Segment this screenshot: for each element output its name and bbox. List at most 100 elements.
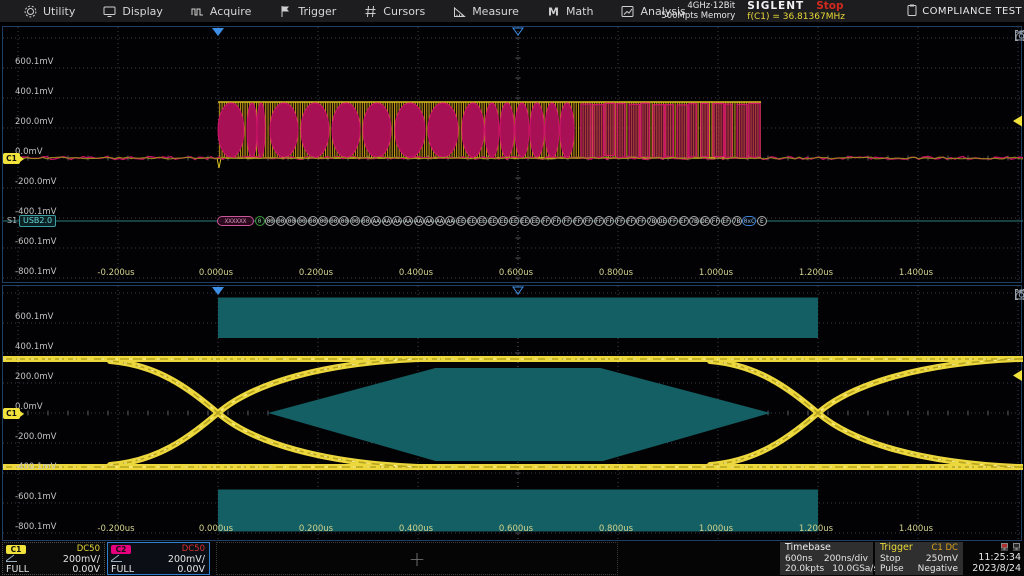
menu-bar: Utility Display Acquire Trigger Cursors …: [0, 0, 1024, 23]
decoded-byte: EE: [488, 216, 498, 226]
y-axis-label: 200.0mV: [15, 372, 53, 382]
x-axis-label: 1.000us: [699, 268, 733, 278]
bandwidth-label: 4GHz·12Bit: [661, 1, 735, 11]
oscilloscope-screen: Utility Display Acquire Trigger Cursors …: [0, 0, 1024, 576]
menu-item-label: Cursors: [383, 5, 425, 18]
coupling-label: DC50: [77, 544, 100, 554]
x-axis-label: 1.400us: [899, 524, 933, 534]
x-axis-label: -0.200us: [97, 524, 134, 534]
trigger-state: Stop: [880, 554, 900, 564]
decoded-byte: AA: [403, 216, 413, 226]
menu-item-display[interactable]: Display: [89, 0, 177, 22]
menu-item-math[interactable]: M Math: [533, 0, 608, 22]
decoded-byte: EE: [520, 216, 530, 226]
decoded-byte: AA: [382, 216, 392, 226]
decoded-byte: 00: [276, 216, 286, 226]
menu-item-label: Measure: [472, 5, 519, 18]
bus-protocol-badge[interactable]: USB2.0: [19, 215, 56, 227]
display-icon: [103, 5, 116, 18]
memory-label: 500Mpts Memory: [661, 11, 735, 21]
y-axis-label: -600.1mV: [15, 492, 57, 502]
x-axis-label: 0.200us: [299, 524, 333, 534]
ch1-badge[interactable]: C1: [3, 408, 20, 419]
trigger-slope: Negative: [918, 564, 958, 574]
x-axis-label: 0.600us: [499, 524, 533, 534]
x-axis-label: 0.800us: [599, 524, 633, 534]
x-axis-label: 0.600us: [499, 268, 533, 278]
decoded-byte: XXXXXX: [217, 216, 254, 226]
offset-value: 0.00V: [177, 565, 205, 575]
timebase-scale: 200ns/div: [824, 554, 868, 564]
y-axis-label: 400.1mV: [15, 342, 53, 352]
decoded-byte: 7B: [732, 216, 742, 226]
decoded-byte: FF: [594, 216, 604, 226]
menu-item-measure[interactable]: Measure: [439, 0, 533, 22]
y-axis-label: 600.1mV: [15, 312, 53, 322]
trigger-position-marker[interactable]: [212, 287, 224, 295]
menu-item-trigger[interactable]: Trigger: [265, 0, 350, 22]
detach-icon[interactable]: [1015, 289, 1024, 300]
menu-item-cursors[interactable]: Cursors: [350, 0, 439, 22]
trigger-title: Trigger: [880, 543, 913, 553]
timebase-rate: 10.0GSa/s: [832, 564, 878, 574]
scale-value: 200mV/: [63, 555, 100, 565]
trigger-level-marker[interactable]: [1013, 116, 1022, 127]
menu-item-label: Math: [566, 5, 594, 18]
trigger-panel[interactable]: TriggerC1 DC Stop250mV PulseNegative: [875, 542, 963, 575]
x-axis-label: 1.200us: [799, 268, 833, 278]
menu-item-label: Acquire: [210, 5, 251, 18]
flag-icon: [279, 5, 292, 18]
decoded-byte: 0: [255, 216, 265, 226]
trigger-position-marker[interactable]: [212, 28, 224, 36]
timebase-title: Timebase: [785, 543, 831, 553]
menu-item-label: Display: [122, 5, 163, 18]
mask-upper-region: [218, 298, 818, 339]
y-axis-label: -600.1mV: [15, 237, 57, 247]
x-axis-label: 0.400us: [399, 268, 433, 278]
channel-box-c2[interactable]: C2 DC50 200mV/ FULL 0.00V: [107, 542, 210, 575]
timebase-samples: 20.0kpts: [785, 564, 824, 574]
channel-box-c1[interactable]: C1 DC50 200mV/ FULL 0.00V: [2, 542, 105, 575]
decoded-byte: 00: [329, 216, 339, 226]
y-axis-label: -200.0mV: [15, 177, 57, 187]
decoded-byte: FF: [541, 216, 551, 226]
x-axis-label: 0.000us: [199, 268, 233, 278]
compliance-test-label: COMPLIANCE TEST: [922, 6, 1022, 17]
trigger-level: 250mV: [926, 554, 958, 564]
menu-item-utility[interactable]: Utility: [10, 0, 89, 22]
bus-name: S1: [7, 216, 17, 225]
add-channel-button[interactable]: +: [216, 542, 618, 575]
descriptor-bar: C1 DC50 200mV/ FULL 0.00V C2 DC50 200mV/…: [0, 541, 1024, 576]
detach-icon[interactable]: [1015, 30, 1024, 41]
analysis-icon: [621, 5, 634, 18]
brand-logo: SIGLENT: [747, 0, 804, 12]
decoded-byte: EE: [467, 216, 477, 226]
acquire-icon: [191, 5, 204, 18]
menu-item-acquire[interactable]: Acquire: [177, 0, 265, 22]
channel-boxes: C1 DC50 200mV/ FULL 0.00V C2 DC50 200mV/…: [0, 542, 210, 575]
plus-icon: +: [409, 550, 426, 568]
coupling-label: DC50: [182, 544, 205, 554]
acq-state-badge[interactable]: Stop: [816, 0, 843, 12]
compliance-test-button[interactable]: COMPLIANCE TEST: [907, 4, 1022, 19]
lan-icon: [1012, 543, 1021, 551]
decoded-byte: 00: [361, 216, 371, 226]
channel-badge: C2: [111, 545, 131, 554]
mask-eye-region: [268, 368, 771, 461]
svg-text:M: M: [548, 5, 559, 18]
clock-time: 11:25:34: [978, 552, 1021, 563]
timebase-delay: 600ns: [785, 554, 813, 564]
ch1-badge[interactable]: C1: [3, 153, 20, 164]
scale-value: 200mV/: [168, 555, 205, 565]
y-axis-label: 600.1mV: [15, 57, 53, 67]
lan-icon: [1000, 543, 1009, 551]
timebase-panel[interactable]: Timebase 600ns200ns/div 20.0kpts10.0GSa/…: [780, 542, 873, 575]
menu-items: Utility Display Acquire Trigger Cursors …: [0, 0, 700, 22]
x-axis-label: 0.200us: [299, 268, 333, 278]
eye-diagram-plot[interactable]: 600.1mV400.1mV200.0mV0.0mV-200.0mV-400.1…: [2, 285, 1022, 541]
y-axis-label: 400.1mV: [15, 87, 53, 97]
gear-icon: [24, 5, 37, 18]
waveform-plot[interactable]: 600.1mV400.1mV200.0mV0.0mV-200.0mV-400.1…: [2, 26, 1022, 283]
trigger-level-marker[interactable]: [1013, 370, 1022, 381]
cursors-icon: [364, 5, 377, 18]
